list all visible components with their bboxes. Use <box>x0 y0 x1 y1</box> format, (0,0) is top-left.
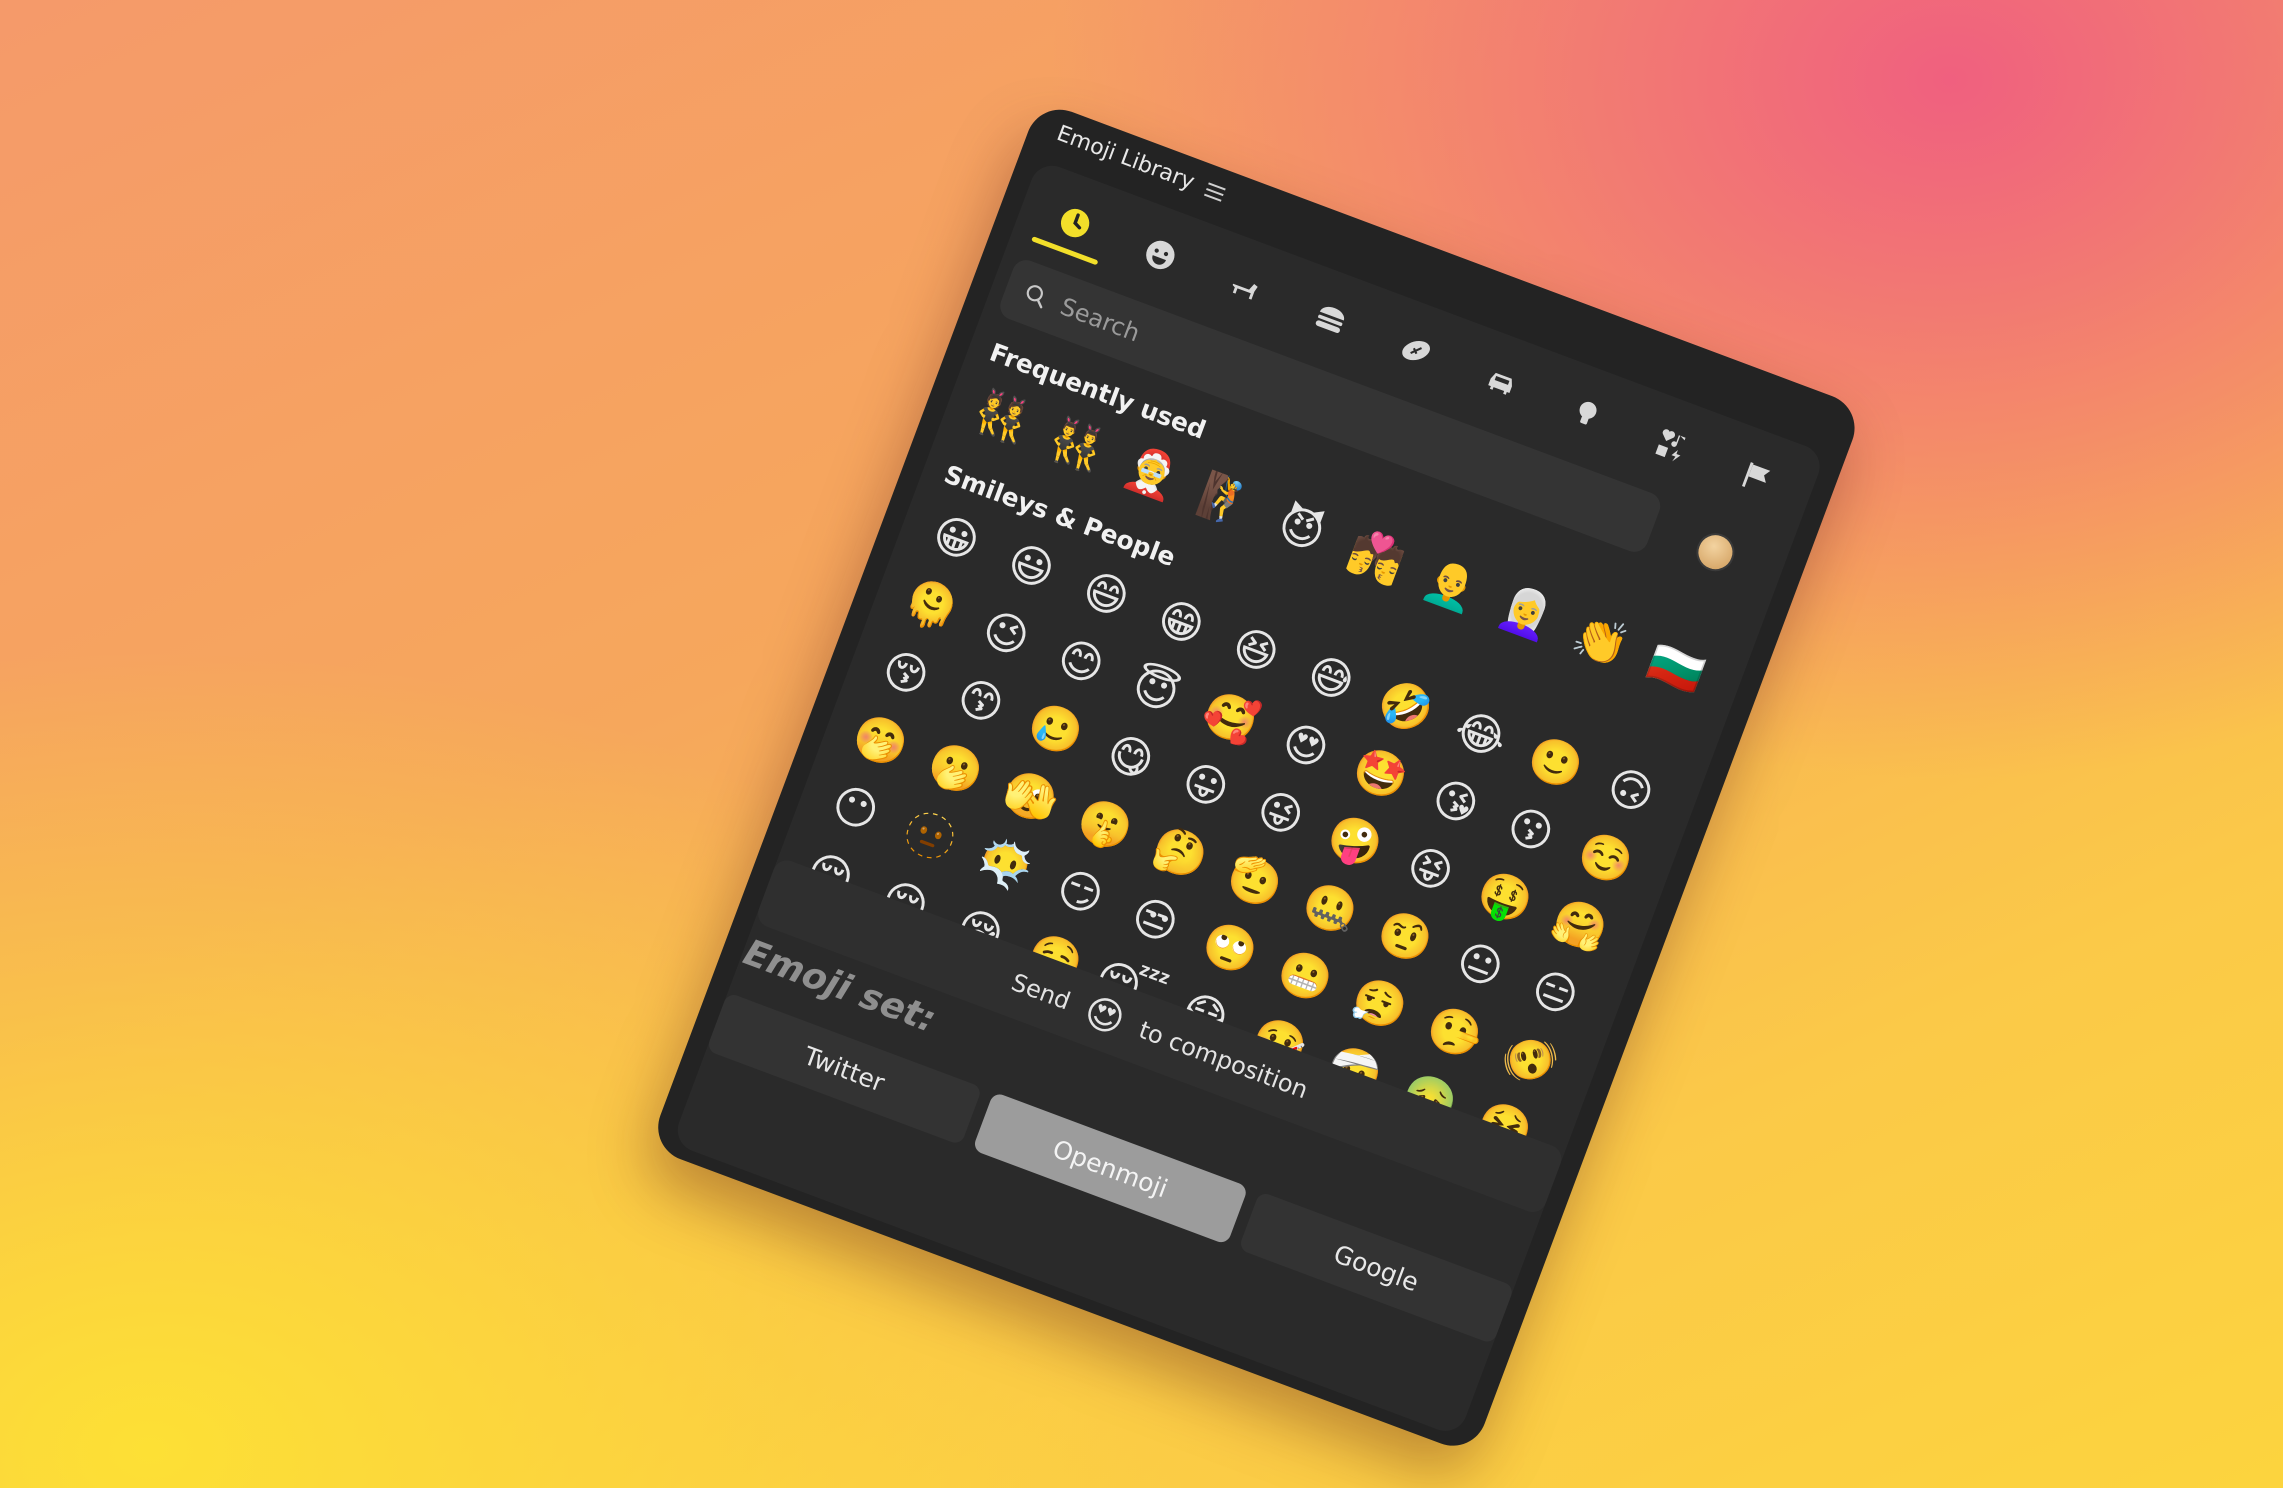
lightbulb-icon <box>1579 401 1597 425</box>
flag-icon <box>1742 462 1771 488</box>
car-icon <box>1488 372 1513 395</box>
emoji-cell[interactable]: 😙 <box>939 664 1021 741</box>
emoji-cell[interactable]: 😍 <box>1264 708 1346 785</box>
emoji-cell[interactable]: 🤔 <box>1139 815 1221 892</box>
tab-food[interactable] <box>1283 275 1378 362</box>
emoji-cell[interactable]: 🫥 <box>889 798 971 875</box>
emoji-cell[interactable]: 🤗 <box>1539 888 1621 965</box>
emoji-cell[interactable]: 🇧🇬 <box>1635 631 1717 708</box>
emoji-cell[interactable]: 😚 <box>864 636 946 713</box>
tab-objects[interactable] <box>1539 371 1634 458</box>
clock-icon <box>1060 208 1089 238</box>
send-label: Send <box>1007 968 1075 1016</box>
tab-activities[interactable] <box>1368 307 1463 394</box>
emoji-cell[interactable]: 👯‍♂️ <box>1035 407 1117 484</box>
emoji-cell[interactable]: 😛 <box>1164 748 1246 825</box>
emoji-cell[interactable]: 🤪 <box>1314 804 1396 881</box>
football-icon <box>1402 340 1430 361</box>
emoji-cell[interactable]: 🫣 <box>989 759 1071 836</box>
emoji-cell[interactable]: 😁 <box>1140 585 1222 662</box>
emoji-cell[interactable]: 😆 <box>1214 613 1296 690</box>
emoji-cell[interactable]: 😇 <box>1114 652 1196 729</box>
emoji-cell[interactable]: 🤫 <box>1064 787 1146 864</box>
emoji-cell[interactable]: 🤩 <box>1339 736 1421 813</box>
emoji-cell[interactable]: 😐 <box>1439 927 1521 1004</box>
emoji-cell[interactable]: ☺️ <box>1564 820 1646 897</box>
emoji-library-panel: Emoji Library Search Frequently used 👯 👯… <box>648 100 1865 1456</box>
emoji-cell[interactable]: 😶 <box>814 770 896 847</box>
search-icon <box>1026 285 1043 309</box>
emoji-cell[interactable]: 🤶 <box>1110 435 1192 512</box>
emoji-cell[interactable]: 👯 <box>960 379 1042 456</box>
emoji-cell[interactable]: 🤣 <box>1364 669 1446 746</box>
emoji-cell[interactable]: 🤥 <box>1413 995 1495 1072</box>
emoji-cell[interactable]: 🧗 <box>1185 463 1267 540</box>
emoji-cell[interactable]: 😗 <box>1489 792 1571 869</box>
emoji-cell[interactable]: 😝 <box>1389 832 1471 909</box>
emoji-cell[interactable]: 😂 <box>1439 697 1521 774</box>
emoji-cell[interactable]: 🫡 <box>1214 843 1296 920</box>
emoji-cell[interactable]: 🤨 <box>1364 899 1446 976</box>
selected-emoji-preview: 😍 <box>1078 988 1131 1044</box>
emoji-cell[interactable]: 💏 <box>1335 519 1417 596</box>
tab-smileys[interactable] <box>1112 211 1207 298</box>
emoji-cell[interactable]: 🙄 <box>1189 910 1271 987</box>
emoji-cell[interactable]: 😄 <box>1065 557 1147 634</box>
emoji-cell[interactable]: 🤭 <box>839 703 921 780</box>
emoji-cell[interactable]: 😅 <box>1289 641 1371 718</box>
emoji-cell[interactable]: 👨‍🦲 <box>1410 547 1492 624</box>
tab-symbols[interactable] <box>1624 403 1719 490</box>
burger-icon <box>1315 306 1345 333</box>
emoji-cell[interactable]: 😒 <box>1114 882 1196 959</box>
emoji-cell[interactable]: 😋 <box>1089 720 1171 797</box>
emoji-cell[interactable]: 🙂 <box>1514 725 1596 802</box>
emoji-cell[interactable]: 🥰 <box>1189 680 1271 757</box>
emoji-cell[interactable]: 🥲 <box>1014 692 1096 769</box>
emoji-cell[interactable]: 😶‍🌫️ <box>964 826 1046 903</box>
emoji-cell[interactable]: 😮‍💨 <box>1338 967 1420 1044</box>
hamburger-menu-icon[interactable] <box>1204 181 1226 202</box>
emoji-cell[interactable]: 😏 <box>1039 854 1121 931</box>
emoji-cell[interactable]: 🙃 <box>1589 753 1671 830</box>
emoji-cell[interactable]: 🫨 <box>1488 1023 1570 1100</box>
smiley-icon <box>1145 240 1175 270</box>
emoji-cell[interactable]: 😈 <box>1260 491 1342 568</box>
emoji-cell[interactable]: 😀 <box>915 501 997 578</box>
emoji-cell[interactable]: 😉 <box>964 596 1046 673</box>
emoji-cell[interactable]: 🫢 <box>914 731 996 808</box>
tab-travel[interactable] <box>1454 339 1549 426</box>
emoji-cell[interactable]: 🤑 <box>1464 860 1546 937</box>
tab-recent[interactable] <box>1027 179 1122 266</box>
tab-animals[interactable] <box>1198 243 1293 330</box>
emoji-cell[interactable]: 🤐 <box>1289 871 1371 948</box>
emoji-cell[interactable]: 😑 <box>1514 955 1596 1032</box>
tab-flags[interactable] <box>1710 435 1805 522</box>
emoji-cell[interactable]: 😊 <box>1039 624 1121 701</box>
symbols-icon <box>1655 429 1686 462</box>
skin-tone-selector[interactable] <box>1690 527 1740 577</box>
emoji-cell[interactable]: 😜 <box>1239 776 1321 853</box>
emoji-cell[interactable]: 😃 <box>990 529 1072 606</box>
emoji-cell[interactable]: 😘 <box>1414 764 1496 841</box>
emoji-cell[interactable]: 🫠 <box>890 568 972 645</box>
emoji-cell[interactable]: 👏 <box>1560 603 1642 680</box>
emoji-cell[interactable]: 👩‍🦳 <box>1485 575 1567 652</box>
emoji-cell[interactable]: 😬 <box>1264 938 1346 1015</box>
dog-icon <box>1232 283 1258 300</box>
